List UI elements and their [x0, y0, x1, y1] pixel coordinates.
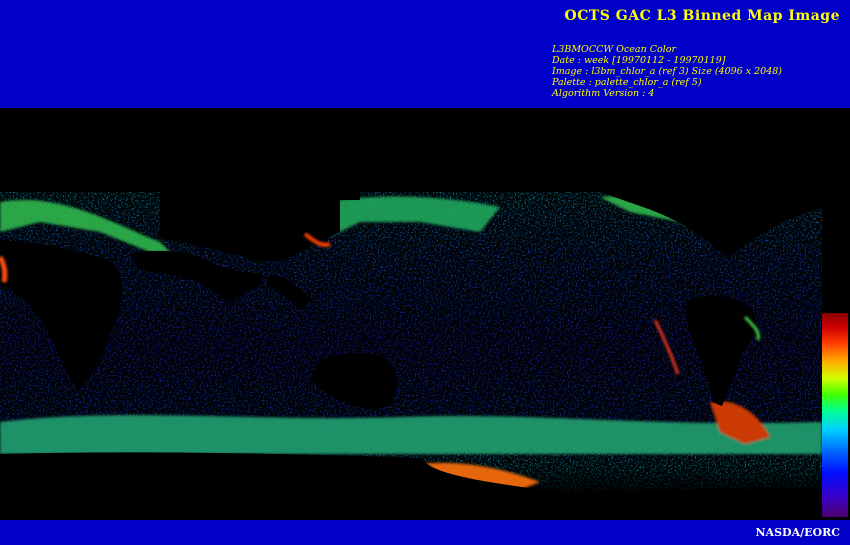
metadata-line-palette: Palette : palette_chlor_a (ref 5)	[552, 77, 702, 88]
metadata-line-image: Image : l3bm_chlor_a (ref 3) Size (4096 …	[552, 66, 782, 77]
credit-label: NASDA/EORC	[755, 526, 841, 539]
map-canvas	[0, 192, 822, 496]
world-chlorophyll-map	[0, 192, 822, 496]
page-title: OCTS GAC L3 Binned Map Image	[564, 8, 840, 24]
footer-bar: NASDA/EORC	[0, 520, 850, 545]
north-polar-gap	[300, 192, 360, 200]
chlorophyll-colorbar	[822, 313, 848, 517]
metadata-line-product: L3BMOCCW Ocean Color	[552, 44, 676, 55]
metadata-line-date: Date : week [19970112 - 19970119]	[552, 55, 726, 66]
header-bar: OCTS GAC L3 Binned Map Image L3BMOCCW Oc…	[0, 0, 850, 108]
metadata-line-algorithm: Algorithm Version : 4	[552, 88, 655, 99]
metadata-block: L3BMOCCW Ocean Color Date : week [199701…	[552, 44, 782, 99]
